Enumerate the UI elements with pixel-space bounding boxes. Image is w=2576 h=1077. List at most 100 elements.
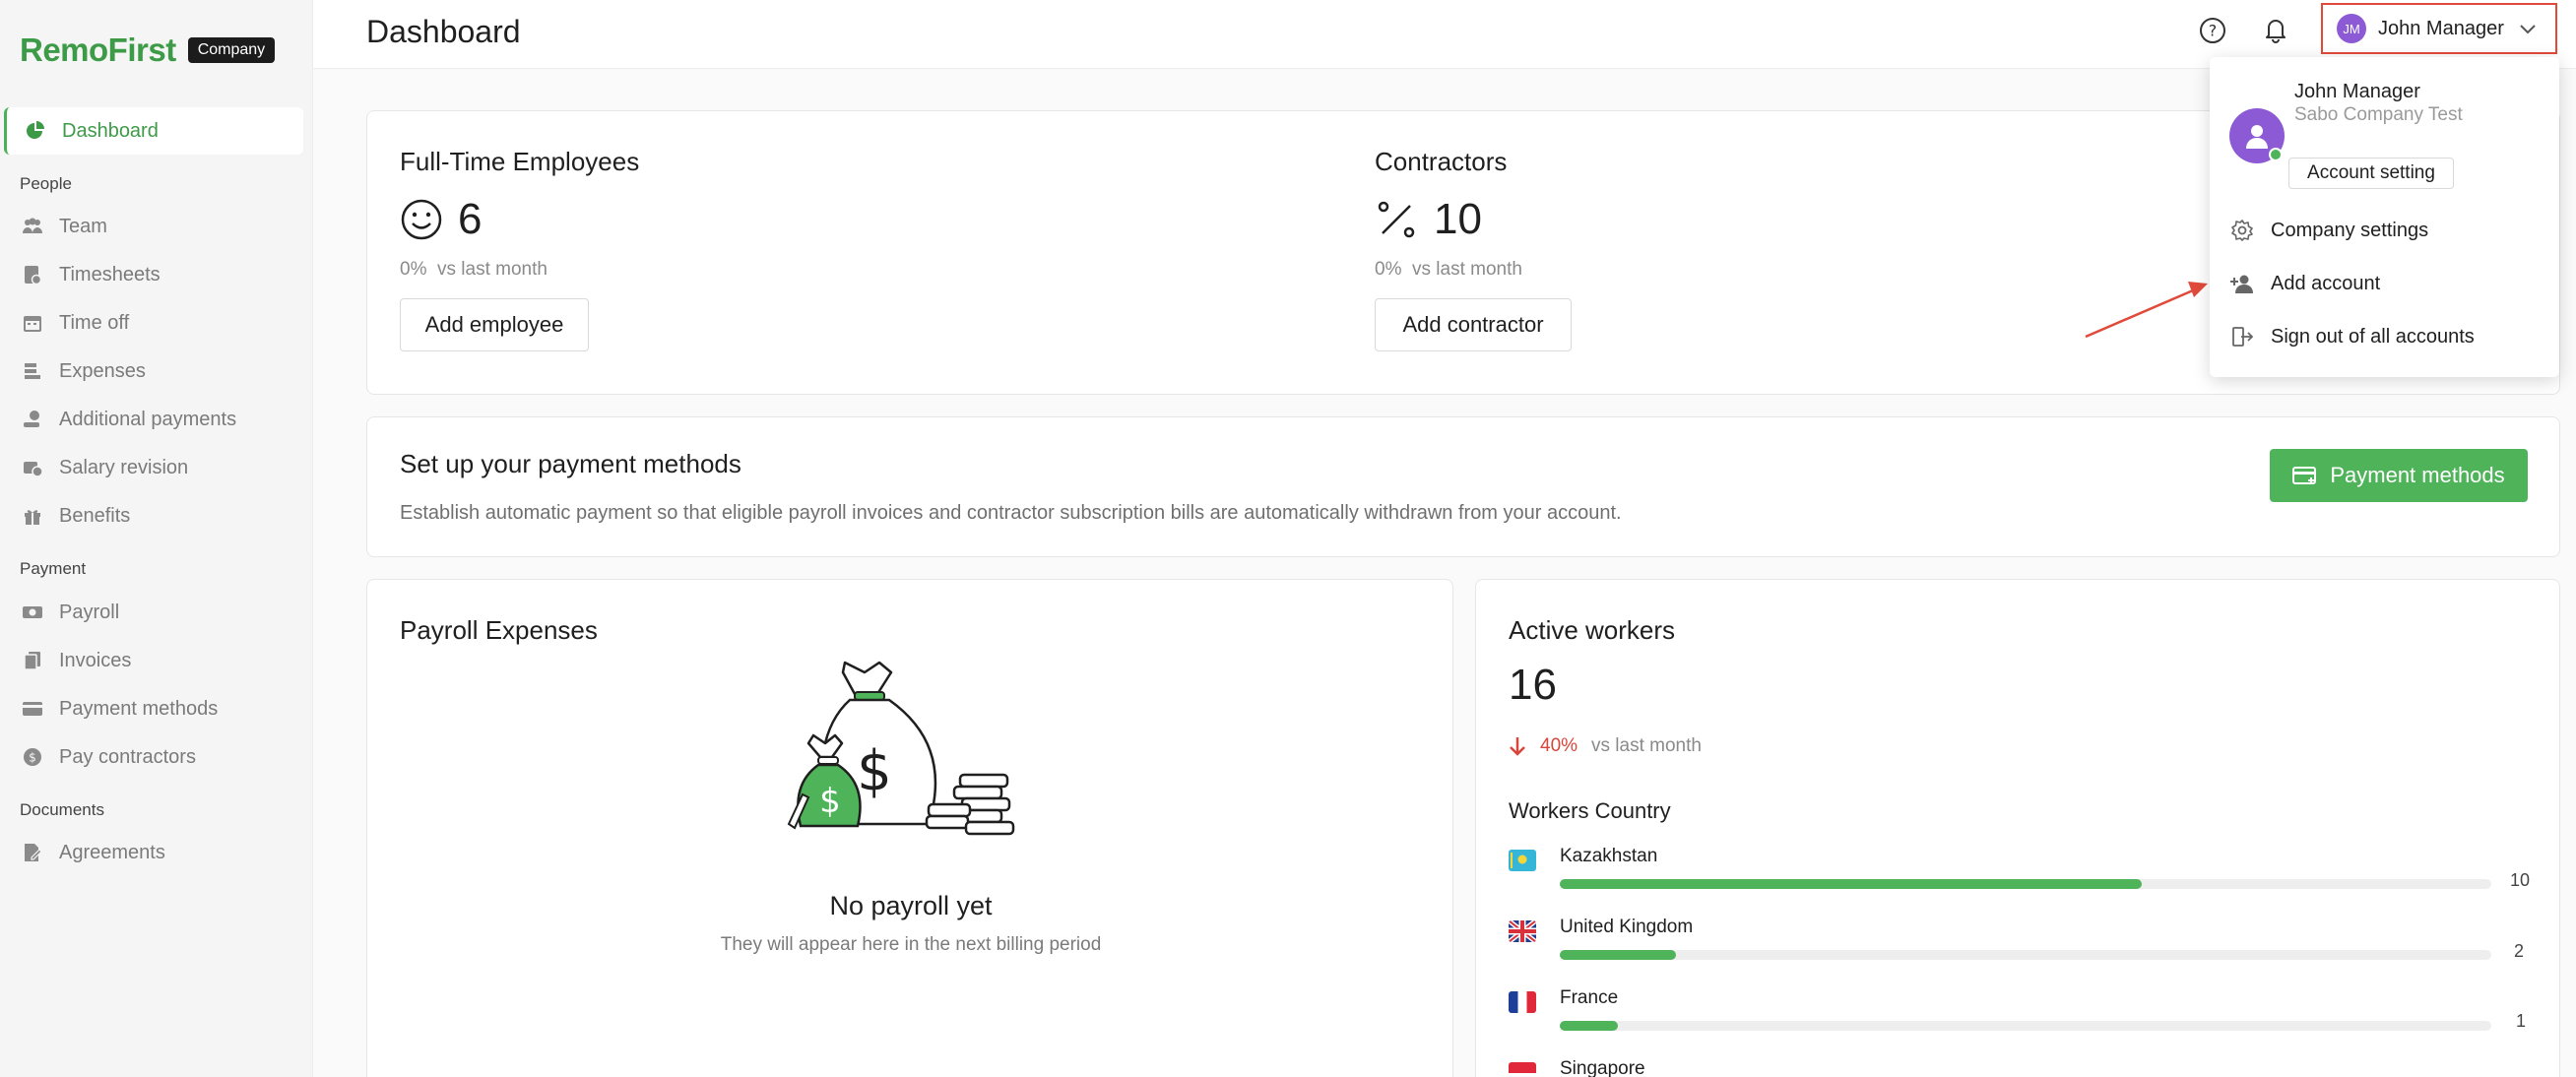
- bell-icon[interactable]: [2261, 15, 2290, 44]
- help-icon[interactable]: ?: [2198, 16, 2227, 45]
- invoice-icon: [22, 650, 43, 671]
- change-label: vs last month: [1412, 259, 1522, 280]
- sign-out-icon: [2229, 324, 2255, 349]
- sidebar-item-payment-methods[interactable]: Payment methods: [4, 685, 303, 732]
- country-name: Kazakhstan: [1560, 846, 1658, 866]
- money-bags-illustration: $ $: [781, 657, 1047, 858]
- sidebar-item-label: Pay contractors: [59, 745, 196, 768]
- add-contractor-button[interactable]: Add contractor: [1375, 298, 1572, 351]
- pie-chart-icon: [25, 120, 46, 142]
- menu-item-company-settings[interactable]: Company settings: [2229, 215, 2428, 246]
- sidebar-item-label: Payroll: [59, 601, 120, 623]
- document-edit-icon: [22, 842, 43, 863]
- employees-title: Full-Time Employees: [400, 147, 640, 176]
- svg-text:$: $: [857, 739, 892, 803]
- svg-text:$: $: [819, 782, 841, 821]
- sidebar-item-timesheets[interactable]: Timesheets: [4, 251, 303, 298]
- sidebar-item-label: Time off: [59, 311, 130, 334]
- contractors-change: 0% vs last month: [1375, 259, 1522, 281]
- smiley-icon: [400, 198, 443, 246]
- sidebar-item-dashboard[interactable]: Dashboard: [4, 107, 303, 155]
- empty-state-title: No payroll yet: [829, 891, 993, 920]
- add-user-icon: [2229, 271, 2255, 296]
- sidebar-item-label: Salary revision: [59, 456, 189, 478]
- sidebar-item-label: Team: [59, 215, 107, 237]
- change-label: vs last month: [437, 259, 547, 280]
- svg-text:$: $: [29, 751, 36, 765]
- country-name: Singapore: [1560, 1058, 1645, 1077]
- sidebar-item-agreements[interactable]: Agreements: [4, 829, 303, 876]
- payment-methods-label: Payment methods: [2330, 463, 2505, 487]
- payment-setup-title: Set up your payment methods: [400, 449, 741, 478]
- logo[interactable]: RemoFirst Company: [20, 32, 276, 69]
- payment-setup-description: Establish automatic payment so that elig…: [400, 502, 1622, 524]
- gear-icon: [2229, 218, 2255, 243]
- employees-change: 0% vs last month: [400, 259, 547, 281]
- section-documents: Documents: [20, 800, 104, 819]
- account-setting-button[interactable]: Account setting: [2288, 158, 2454, 189]
- payment-methods-button[interactable]: Payment methods: [2270, 449, 2528, 502]
- country-bar: [1560, 879, 2491, 889]
- percent-icon: [1375, 198, 1418, 246]
- country-count: 1: [2516, 1011, 2527, 1031]
- country-bar-fill: [1560, 879, 2143, 889]
- user-dropdown-menu: John Manager Sabo Company Test Account s…: [2210, 57, 2559, 377]
- sidebar-item-label: Dashboard: [62, 119, 159, 142]
- sidebar: RemoFirst Company Dashboard People Team …: [0, 0, 313, 1077]
- payroll-expenses-card: Payroll Expenses $ $ No payroll yet They…: [366, 579, 1453, 1077]
- expenses-icon: [22, 360, 43, 382]
- sidebar-item-label: Payment methods: [59, 697, 219, 720]
- sidebar-item-benefits[interactable]: Benefits: [4, 492, 303, 539]
- annotation-arrow: [2085, 282, 2208, 339]
- sidebar-item-payroll[interactable]: Payroll: [4, 589, 303, 636]
- card-add-icon: [2292, 466, 2318, 485]
- workers-country-title: Workers Country: [1509, 798, 1671, 823]
- menu-item-sign-out[interactable]: Sign out of all accounts: [2229, 321, 2475, 352]
- contractors-count: 10: [1434, 195, 1482, 243]
- active-workers-title: Active workers: [1509, 615, 1676, 645]
- page-title: Dashboard: [366, 14, 521, 49]
- sidebar-item-expenses[interactable]: Expenses: [4, 348, 303, 395]
- company-badge: Company: [187, 37, 276, 63]
- country-count: 2: [2514, 941, 2525, 961]
- payroll-title: Payroll Expenses: [400, 615, 598, 645]
- sidebar-item-invoices[interactable]: Invoices: [4, 637, 303, 684]
- dollar-coin-icon: $: [22, 746, 43, 768]
- sidebar-item-label: Benefits: [59, 504, 131, 527]
- country-name: United Kingdom: [1560, 917, 1694, 937]
- add-employee-button[interactable]: Add employee: [400, 298, 589, 351]
- payment-setup-card: Set up your payment methods Establish au…: [366, 416, 2560, 557]
- country-count: 10: [2510, 870, 2531, 890]
- dropdown-company-name: Sabo Company Test: [2294, 104, 2463, 125]
- timesheet-icon: [22, 264, 43, 285]
- section-payment: Payment: [20, 559, 87, 578]
- singapore-flag-icon: [1509, 1062, 1536, 1077]
- sidebar-item-label: Timesheets: [59, 263, 161, 285]
- country-name: France: [1560, 987, 1619, 1008]
- sidebar-item-label: Expenses: [59, 359, 146, 382]
- sidebar-item-salary-revision[interactable]: Salary revision: [4, 444, 303, 491]
- active-workers-card: Active workers 16 40% vs last month Work…: [1475, 579, 2560, 1077]
- active-workers-change: 40% vs last month: [1509, 735, 1702, 757]
- user-menu-button[interactable]: JM John Manager: [2321, 3, 2557, 54]
- payroll-icon: [22, 602, 43, 623]
- card-icon: [22, 698, 43, 720]
- menu-item-add-account[interactable]: Add account: [2229, 268, 2380, 299]
- sidebar-item-label: Additional payments: [59, 408, 237, 430]
- section-people: People: [20, 174, 72, 193]
- menu-item-label: Sign out of all accounts: [2271, 325, 2475, 348]
- chevron-down-icon: [2518, 19, 2538, 38]
- sidebar-item-label: Invoices: [59, 649, 132, 671]
- kazakhstan-flag-icon: [1509, 850, 1536, 871]
- change-label: vs last month: [1591, 735, 1702, 756]
- svg-text:?: ?: [2209, 22, 2218, 40]
- menu-item-label: Company settings: [2271, 219, 2429, 241]
- sidebar-item-additional-payments[interactable]: Additional payments: [4, 396, 303, 443]
- change-value: 0%: [1375, 259, 1402, 280]
- sidebar-item-team[interactable]: Team: [4, 203, 303, 250]
- online-status-dot: [2269, 148, 2283, 161]
- sidebar-item-time-off[interactable]: Time off: [4, 299, 303, 347]
- country-bar: [1560, 1021, 2491, 1031]
- country-bar-fill: [1560, 1021, 1619, 1031]
- sidebar-item-pay-contractors[interactable]: $ Pay contractors: [4, 733, 303, 781]
